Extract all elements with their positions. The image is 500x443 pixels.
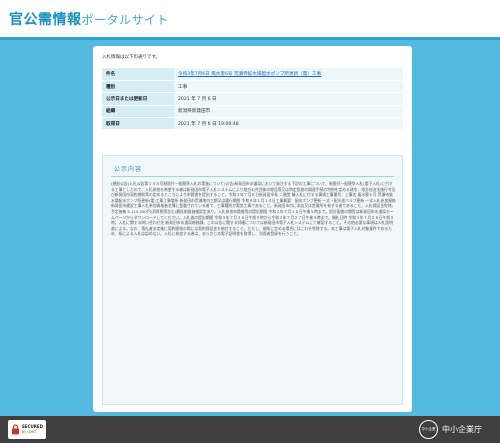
row-label: 公示日または更新日 — [102, 92, 174, 106]
ssl-seal-line1: SECURED — [22, 424, 43, 429]
row-value: 新潟県新発田市 — [174, 105, 403, 119]
table-row: 組織 新潟県新発田市 — [102, 105, 403, 119]
ssl-seal-line2: by GMO — [22, 430, 36, 434]
row-value: 2021 年 7 月 6 日 19:09:48 — [174, 117, 403, 131]
row-value: 工事 — [174, 80, 403, 94]
table-row: 種別 工事 — [102, 80, 403, 94]
agency-name[interactable]: 中小企業庁 — [442, 424, 482, 435]
site-footer: SECURED by GMO 中小企業庁 中小企業庁 — [0, 416, 500, 443]
table-row: 公示日または更新日 2021 年 7 月 6 日 — [102, 92, 403, 106]
notice-body: (規則公告)入札公告第１４８号制限付一般競争入札の実施について(公告)新発田市水… — [111, 181, 396, 237]
bid-info-table: 件名 令和3年7月6日 風水害6号 荒瀬寺鉱水場配水ポンプ所更新（電）工事 種別 工事… — [102, 68, 403, 131]
notice-box: 公示内容 (規則公告)入札公告第１４８号制限付一般競争入札の実施について(公告)… — [102, 155, 403, 405]
notice-divider — [111, 176, 394, 177]
intro-text: 入札情報は以下の通りです。 — [102, 55, 161, 60]
row-label: 種別 — [102, 80, 174, 94]
notice-title: 公示内容 — [114, 166, 143, 173]
table-row: 取得日 2021 年 7 月 6 日 19:09:48 — [102, 117, 403, 131]
row-value: 2021 年 7 月 6 日 — [174, 92, 403, 106]
row-label: 組織 — [102, 105, 174, 119]
agency-emblem-icon: 中小企業庁 — [419, 420, 438, 439]
lock-icon — [12, 424, 19, 435]
row-label: 取得日 — [102, 117, 174, 131]
site-title-main: 官公需情報 — [9, 12, 82, 28]
site-title-sub: ポータルサイト — [81, 13, 170, 27]
site-header: 官公需情報ポータルサイト — [0, 0, 500, 40]
table-row: 件名 令和3年7月6日 風水害6号 荒瀬寺鉱水場配水ポンプ所更新（電）工事 — [102, 68, 403, 81]
ssl-seal[interactable]: SECURED by GMO — [8, 420, 46, 439]
bid-info-card: 入札情報は以下の通りです。 件名 令和3年7月6日 風水害6号 荒瀬寺鉱水場配水ポ… — [93, 46, 412, 412]
row-label: 件名 — [102, 68, 174, 81]
site-title[interactable]: 官公需情報ポータルサイト — [9, 9, 169, 29]
row-value-link[interactable]: 令和3年7月6日 風水害6号 荒瀬寺鉱水場配水ポンプ所更新（電）工事 — [174, 68, 403, 81]
